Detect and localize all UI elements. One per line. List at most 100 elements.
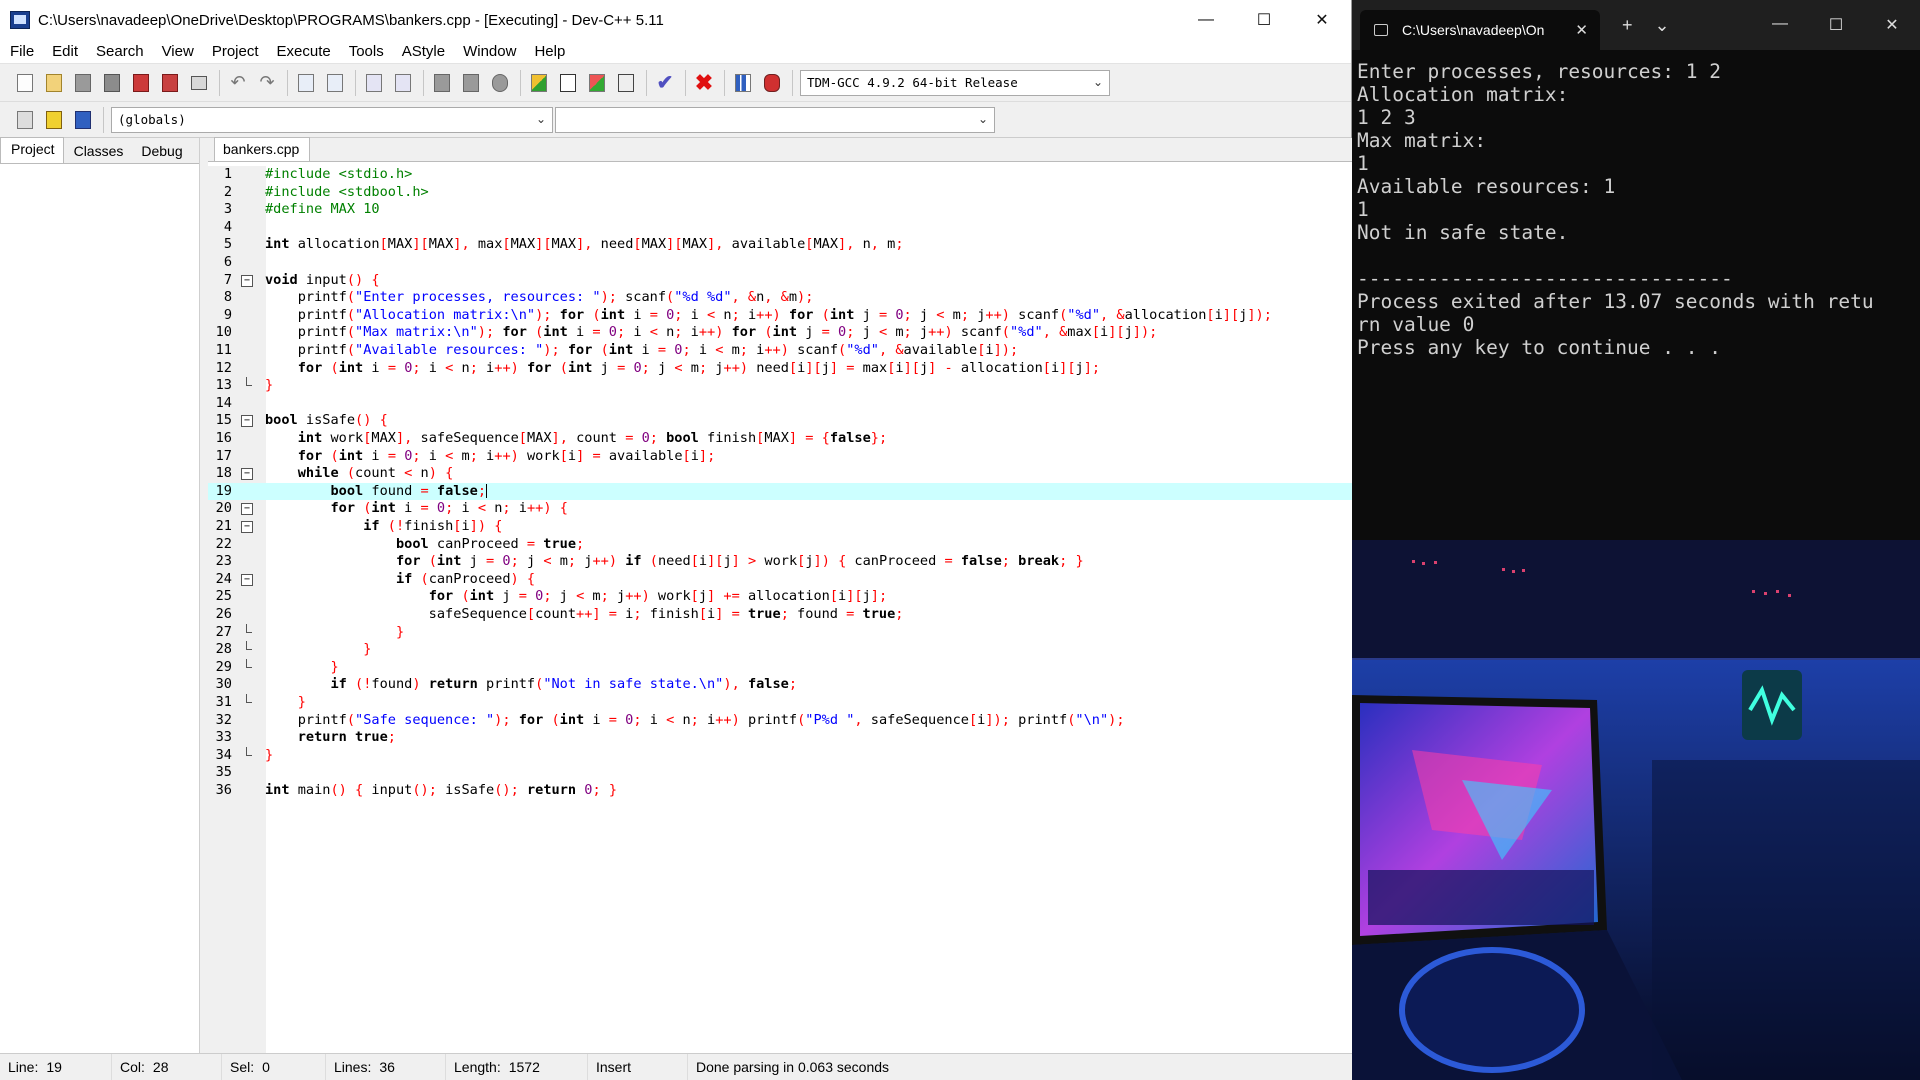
code-line[interactable]: 28 } — [208, 641, 1352, 659]
unindent-icon[interactable] — [392, 72, 414, 94]
fold-toggle-icon[interactable]: − — [241, 521, 253, 533]
code-line[interactable]: 33 return true; — [208, 729, 1352, 747]
terminal-minimize-button[interactable]: — — [1752, 15, 1808, 35]
code-line[interactable]: 17 for (int i = 0; i < m; i++) work[i] =… — [208, 448, 1352, 466]
tab-debug[interactable]: Debug — [131, 143, 190, 163]
code-line[interactable]: 2 #include <stdbool.h> — [208, 184, 1352, 202]
code-line[interactable]: 22 bool canProceed = true; — [208, 536, 1352, 554]
code-line[interactable]: 32 printf("Safe sequence: "); for (int i… — [208, 712, 1352, 730]
close-button[interactable]: ✕ — [1293, 0, 1351, 40]
code-line[interactable]: 24− if (canProceed) { — [208, 571, 1352, 589]
code-line[interactable]: 12 for (int i = 0; i < n; i++) for (int … — [208, 360, 1352, 378]
maximize-button[interactable]: ☐ — [1235, 0, 1293, 40]
code-line[interactable]: 14 — [208, 395, 1352, 413]
menu-tools[interactable]: Tools — [339, 43, 392, 60]
code-editor[interactable]: 1 #include <stdio.h> 2 #include <stdbool.h>… — [208, 166, 1352, 1053]
code-line[interactable]: 21− if (!finish[i]) { — [208, 518, 1352, 536]
code-line[interactable]: 29 } — [208, 658, 1352, 677]
terminal-tab[interactable]: C:\Users\navadeep\On ✕ — [1360, 10, 1600, 50]
menu-window[interactable]: Window — [453, 43, 524, 60]
menu-file[interactable]: File — [0, 43, 42, 60]
menu-edit[interactable]: Edit — [42, 43, 86, 60]
undo-icon[interactable]: ↶ — [227, 72, 249, 94]
tab-project[interactable]: Project — [0, 137, 64, 163]
line-number: 33 — [215, 729, 232, 746]
close-file-icon[interactable] — [130, 72, 152, 94]
goto-bookmark-icon[interactable] — [72, 109, 94, 131]
code-line[interactable]: 11 printf("Available resources: "); for … — [208, 342, 1352, 360]
code-line[interactable]: 1 #include <stdio.h> — [208, 166, 1352, 184]
terminal-output[interactable]: Enter processes, resources: 1 2 Allocati… — [1352, 50, 1920, 359]
replace-icon[interactable] — [324, 72, 346, 94]
code-line[interactable]: 35 — [208, 764, 1352, 782]
redo-icon[interactable]: ↷ — [256, 72, 278, 94]
close-tab-icon[interactable]: ✕ — [1575, 21, 1588, 39]
terminal-maximize-button[interactable]: ☐ — [1808, 15, 1864, 35]
fold-toggle-icon[interactable]: − — [241, 503, 253, 516]
code-line[interactable]: 9 printf("Allocation matrix:\n"); for (i… — [208, 307, 1352, 325]
fold-toggle-icon[interactable]: − — [241, 274, 253, 287]
toggle-bookmark-icon[interactable] — [43, 109, 65, 131]
code-line[interactable]: 20− for (int i = 0; i < n; i++) { — [208, 500, 1352, 518]
profile-icon[interactable] — [732, 72, 754, 94]
code-line[interactable]: 5 int allocation[MAX][MAX], max[MAX][MAX]… — [208, 236, 1352, 254]
menu-astyle[interactable]: AStyle — [392, 43, 453, 60]
indent-icon[interactable] — [363, 72, 385, 94]
save-icon[interactable] — [72, 72, 94, 94]
new-tab-button[interactable]: + — [1622, 15, 1633, 36]
bookmark-next-icon[interactable] — [460, 72, 482, 94]
fold-toggle-icon[interactable]: − — [241, 468, 253, 481]
code-line[interactable]: 13} — [208, 377, 1352, 395]
compile-icon[interactable] — [528, 72, 550, 94]
code-line[interactable]: 34} — [208, 746, 1352, 765]
find-icon[interactable] — [295, 72, 317, 94]
compiler-select[interactable]: TDM-GCC 4.9.2 64-bit Release ⌄ — [800, 69, 1110, 96]
code-line[interactable]: 36 int main() { input(); isSafe(); return… — [208, 782, 1352, 800]
stop-execution-icon[interactable]: ✖ — [693, 70, 715, 95]
terminal-close-button[interactable]: ✕ — [1864, 15, 1920, 35]
scope-select[interactable]: (globals) ⌄ — [111, 106, 553, 133]
tab-dropdown-button[interactable]: ⌄ — [1655, 15, 1670, 36]
code-line[interactable]: 31 } — [208, 694, 1352, 712]
menu-execute[interactable]: Execute — [267, 43, 339, 60]
menu-project[interactable]: Project — [202, 43, 267, 60]
compile-run-icon[interactable] — [586, 72, 608, 94]
code-line[interactable]: 7− void input() { — [208, 272, 1352, 290]
code-line[interactable]: 3 #define MAX 10 — [208, 201, 1352, 219]
code-line[interactable]: 26 safeSequence[count++] = i; finish[i] … — [208, 606, 1352, 624]
close-all-icon[interactable] — [159, 72, 181, 94]
code-line[interactable]: 23 for (int j = 0; j < m; j++) if (need[… — [208, 553, 1352, 571]
function-select[interactable]: ⌄ — [555, 106, 995, 133]
code-line[interactable]: 30 if (!found) return printf("Not in saf… — [208, 676, 1352, 694]
code-line[interactable]: 15− bool isSafe() { — [208, 412, 1352, 430]
save-all-icon[interactable] — [101, 72, 123, 94]
minimize-button[interactable]: — — [1177, 0, 1235, 40]
tab-bankers-cpp[interactable]: bankers.cpp — [214, 137, 311, 161]
print-icon[interactable] — [188, 72, 210, 94]
code-line[interactable]: 6 — [208, 254, 1352, 272]
fold-toggle-icon[interactable]: − — [241, 573, 253, 586]
code-line[interactable]: 4 — [208, 219, 1352, 237]
code-line[interactable]: 18− while (count < n) { — [208, 465, 1352, 483]
chevron-down-icon: ⌄ — [535, 111, 546, 126]
tab-classes[interactable]: Classes — [64, 143, 132, 163]
menu-help[interactable]: Help — [524, 43, 573, 60]
bookmark-prev-icon[interactable] — [431, 72, 453, 94]
code-line[interactable]: 8 printf("Enter processes, resources: ")… — [208, 289, 1352, 307]
code-line[interactable]: 25 for (int j = 0; j < m; j++) work[j] +… — [208, 588, 1352, 606]
menu-search[interactable]: Search — [86, 43, 152, 60]
debug-icon[interactable] — [761, 72, 783, 94]
menu-view[interactable]: View — [152, 43, 202, 60]
syntax-check-icon[interactable]: ✔ — [654, 72, 676, 94]
goto-line-icon[interactable] — [489, 72, 511, 94]
rebuild-all-icon[interactable] — [615, 72, 637, 94]
new-file-icon[interactable] — [14, 72, 36, 94]
code-line[interactable]: 10 printf("Max matrix:\n"); for (int i =… — [208, 324, 1352, 342]
open-file-icon[interactable] — [43, 72, 65, 94]
code-line[interactable]: 19 bool found = false; — [208, 482, 1352, 501]
fold-toggle-icon[interactable]: − — [241, 415, 253, 428]
code-line[interactable]: 27 } — [208, 623, 1352, 642]
insert-icon[interactable] — [14, 109, 36, 131]
run-icon[interactable] — [557, 72, 579, 94]
code-line[interactable]: 16 int work[MAX], safeSequence[MAX], cou… — [208, 430, 1352, 448]
